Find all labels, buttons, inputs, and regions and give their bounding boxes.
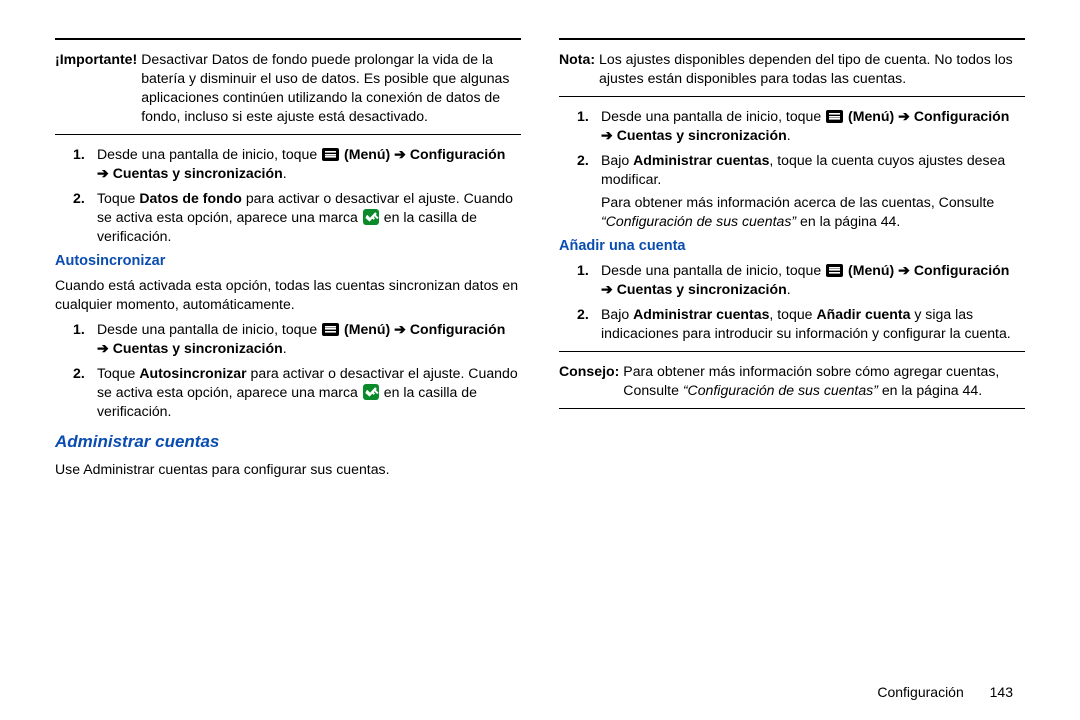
menu-label: (Menú): [344, 321, 390, 337]
dot: .: [787, 281, 791, 297]
step-item: Desde una pantalla de inicio, toque (Men…: [559, 107, 1025, 145]
arrow-icon: ➔: [394, 321, 410, 337]
tip-text: en la página 44.: [878, 382, 982, 398]
note-callout: Nota: Los ajustes disponibles dependen d…: [559, 50, 1025, 88]
tip-callout: Consejo: Para obtener más información so…: [559, 362, 1025, 400]
step-item: Toque Autosincronizar para activar o des…: [55, 364, 521, 421]
tip-label: Consejo:: [559, 362, 623, 400]
step-text: Bajo: [601, 152, 633, 168]
admin-paragraph: Use Administrar cuentas para configurar …: [55, 460, 521, 479]
note-text: Los ajustes disponibles dependen del tip…: [599, 50, 1025, 88]
manual-page: ¡Importante! Desactivar Datos de fondo p…: [0, 0, 1080, 720]
step-text: Toque: [97, 190, 139, 206]
step-text: Bajo: [601, 306, 633, 322]
left-column: ¡Importante! Desactivar Datos de fondo p…: [55, 38, 521, 485]
step-text: Toque: [97, 365, 139, 381]
rule-top: [55, 38, 521, 40]
step-text: Desde una pantalla de inicio, toque: [97, 321, 321, 337]
menu-label: (Menú): [344, 146, 390, 162]
menu-label: (Menú): [848, 108, 894, 124]
bold-term: Añadir cuenta: [816, 306, 910, 322]
step-text: Desde una pantalla de inicio, toque: [97, 146, 321, 162]
rule: [559, 96, 1025, 97]
two-column-layout: ¡Importante! Desactivar Datos de fondo p…: [55, 38, 1025, 485]
heading-admin-accounts: Administrar cuentas: [55, 431, 521, 454]
steps-background-data: Desde una pantalla de inicio, toque (Men…: [55, 145, 521, 246]
arrow-icon: ➔: [898, 108, 914, 124]
step-item: Desde una pantalla de inicio, toque (Men…: [559, 261, 1025, 299]
dot: .: [283, 165, 287, 181]
arrow-icon: ➔: [898, 262, 914, 278]
menu-icon: [322, 323, 339, 336]
menu-icon: [826, 264, 843, 277]
important-label: ¡Importante!: [55, 50, 141, 126]
steps-manage-accounts: Desde una pantalla de inicio, toque (Men…: [559, 107, 1025, 231]
step-text: en la página 44.: [796, 213, 900, 229]
step-item: Bajo Administrar cuentas, toque Añadir c…: [559, 305, 1025, 343]
step-item: Toque Datos de fondo para activar o desa…: [55, 189, 521, 246]
tip-body: Para obtener más información sobre cómo …: [623, 362, 1025, 400]
bold-term: Autosincronizar: [139, 365, 246, 381]
steps-add-account: Desde una pantalla de inicio, toque (Men…: [559, 261, 1025, 343]
step-item: Desde una pantalla de inicio, toque (Men…: [55, 145, 521, 183]
step-text: , toque: [769, 306, 816, 322]
checkmark-icon: [363, 384, 379, 400]
arrow-icon: ➔: [394, 146, 410, 162]
rule-top: [559, 38, 1025, 40]
menu-label: (Menú): [848, 262, 894, 278]
reference-link[interactable]: “Configuración de sus cuentas”: [683, 382, 878, 398]
reference-link[interactable]: “Configuración de sus cuentas”: [601, 213, 796, 229]
rule: [559, 351, 1025, 352]
heading-add-account: Añadir una cuenta: [559, 237, 1025, 257]
important-callout: ¡Importante! Desactivar Datos de fondo p…: [55, 50, 521, 126]
footer-section: Configuración: [877, 684, 963, 700]
heading-autosync: Autosincronizar: [55, 252, 521, 272]
page-number: 143: [990, 684, 1013, 700]
rule: [55, 134, 521, 135]
step-text: Desde una pantalla de inicio, toque: [601, 108, 825, 124]
important-text: Desactivar Datos de fondo puede prolonga…: [141, 50, 521, 126]
checkmark-icon: [363, 209, 379, 225]
dot: .: [787, 127, 791, 143]
bold-term: Administrar cuentas: [633, 152, 769, 168]
steps-autosync: Desde una pantalla de inicio, toque (Men…: [55, 320, 521, 421]
step-item: Desde una pantalla de inicio, toque (Men…: [55, 320, 521, 358]
dot: .: [283, 340, 287, 356]
right-column: Nota: Los ajustes disponibles dependen d…: [559, 38, 1025, 485]
page-footer: Configuración 143: [877, 683, 1013, 702]
rule: [559, 408, 1025, 409]
bold-term: Administrar cuentas: [633, 306, 769, 322]
step-text: Para obtener más información acerca de l…: [601, 194, 994, 210]
menu-icon: [826, 110, 843, 123]
autosync-paragraph: Cuando está activada esta opción, todas …: [55, 276, 521, 314]
step-text: Desde una pantalla de inicio, toque: [601, 262, 825, 278]
step-item: Bajo Administrar cuentas, toque la cuent…: [559, 151, 1025, 231]
note-label: Nota:: [559, 50, 599, 88]
bold-term: Datos de fondo: [139, 190, 242, 206]
menu-icon: [322, 148, 339, 161]
